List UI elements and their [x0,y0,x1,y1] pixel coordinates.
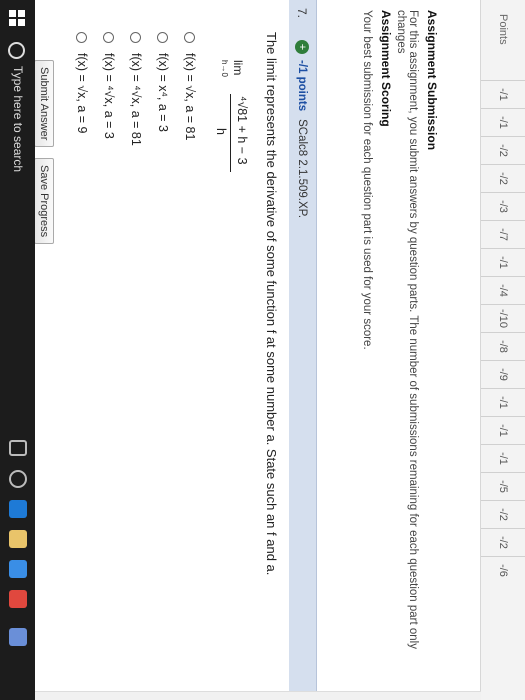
radio-button[interactable] [76,32,88,43]
submission-title: Assignment Submission [425,10,439,151]
scoring-text: Your best submission for each question p… [361,10,373,350]
option-label: f(x) = √x, a = 9 [75,53,89,134]
scrollbar[interactable] [35,691,481,700]
question-number: 7. [295,8,309,19]
answer-option[interactable]: f(x) = √x, a = 81 [183,32,197,140]
points-cell: -/1 [481,108,525,136]
store-icon[interactable] [9,560,27,578]
points-cell: -/4 [481,276,525,304]
question-header: 7. + -/1 points SCalc8 2.1.509.XP. [287,0,317,700]
submit-answer-button[interactable]: Submit Answer [34,60,54,148]
points-cell: -/2 [481,528,525,556]
limit-subscript: h→0 [220,60,229,77]
question-body: The limit represents the derivative of s… [25,0,289,700]
points-cell: -/3 [481,192,525,220]
microphone-icon[interactable] [9,470,27,488]
answer-option[interactable]: f(x) = √x, a = 9 [75,32,89,134]
chrome-icon[interactable] [9,590,27,608]
points-cell: -/7 [481,220,525,248]
points-cell: -/1 [481,388,525,416]
answer-option[interactable]: f(x) = x⁴, a = 3 [156,32,170,132]
option-label: f(x) = √x, a = 81 [183,53,197,141]
question-points[interactable]: -/1 points [296,60,308,111]
radio-button[interactable] [157,32,169,43]
points-cell: -/9 [481,360,525,388]
option-label: f(x) = ⁴√x, a = 81 [129,53,143,146]
app-icon[interactable] [9,628,27,646]
points-cell: -/10 [481,304,525,332]
points-cell: -/1 [481,416,525,444]
points-cell: -/1 [481,444,525,472]
submission-text: For this assignment, you submit answers … [395,10,419,649]
points-cell: -/1 [481,248,525,276]
scoring-section: Assignment Scoring Your best submission … [361,10,393,690]
answer-option[interactable]: f(x) = ⁴√x, a = 3 [102,32,116,139]
radio-button[interactable] [103,32,115,43]
limit-expression: lim h→0 ⁴√81 + h − 3 h [209,60,249,220]
question-prompt: The limit represents the derivative of s… [264,32,279,576]
fraction-bar [230,94,231,172]
points-label: Points [497,14,509,45]
question-code: SCalc8 2.1.509.XP. [296,119,308,219]
points-cell: -/6 [481,556,525,584]
points-cell: -/2 [481,164,525,192]
file-explorer-icon[interactable] [9,530,27,548]
edge-browser-icon[interactable] [9,500,27,518]
radio-button[interactable] [130,32,142,43]
limit-word: lim [231,60,245,76]
expand-plus-icon[interactable]: + [295,40,309,54]
option-label: f(x) = x⁴, a = 3 [156,53,170,133]
cortana-circle-icon[interactable] [8,42,25,59]
taskbar: Type here to search [0,0,35,700]
points-cell: -/8 [481,332,525,360]
save-progress-button[interactable]: Save Progress [34,158,54,245]
windows-start-icon[interactable] [9,10,25,26]
points-cell: -/2 [481,136,525,164]
submission-section: Assignment Submission For this assignmen… [395,10,439,690]
points-cell: -/1 [481,80,525,108]
task-view-icon[interactable] [9,440,27,456]
radio-button[interactable] [184,32,196,43]
answer-option[interactable]: f(x) = ⁴√x, a = 81 [129,32,143,146]
points-cell: -/5 [481,472,525,500]
limit-denominator: h [214,128,228,135]
points-cell: -/2 [481,500,525,528]
rotated-page: Points -/1 -/1 -/2 -/2 -/3 -/7 -/1 -/4 -… [0,0,525,700]
option-label: f(x) = ⁴√x, a = 3 [102,53,116,139]
points-row: Points -/1 -/1 -/2 -/2 -/3 -/7 -/1 -/4 -… [480,0,525,700]
taskbar-search-input[interactable]: Type here to search [11,66,25,172]
scoring-title: Assignment Scoring [379,10,393,127]
limit-numerator: ⁴√81 + h − 3 [235,96,249,165]
